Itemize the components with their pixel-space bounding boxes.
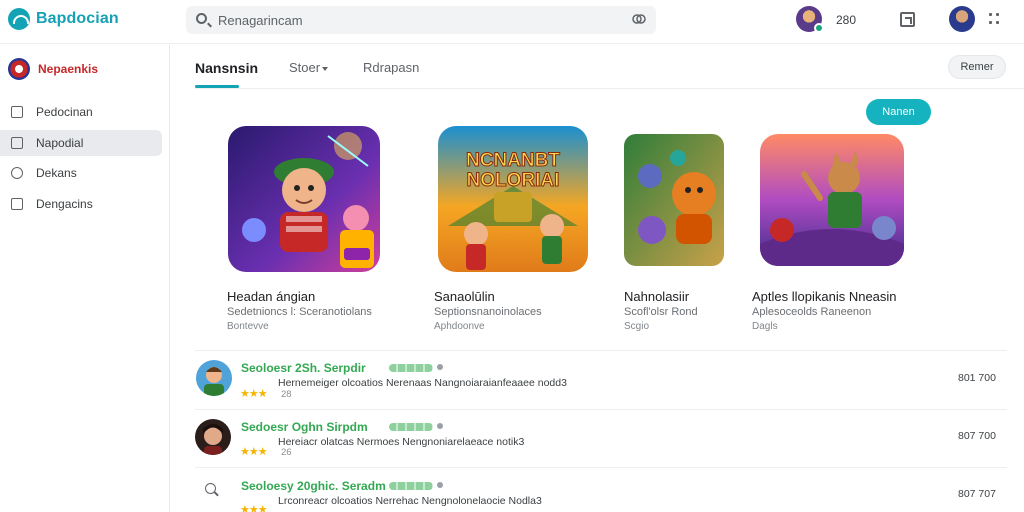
- search-bar[interactable]: [186, 6, 656, 34]
- tab-rdrapasn[interactable]: Rdrapasn: [363, 60, 419, 75]
- card-meta: Scgio: [624, 321, 650, 332]
- card-meta: Bontevve: [227, 321, 269, 332]
- square-icon: [11, 198, 23, 210]
- star-rating: ★★★: [240, 388, 268, 400]
- card-subtitle: Sedetnioncs l: Sceranotiolans: [227, 306, 372, 318]
- sidebar-item-label: Dengacins: [36, 197, 93, 211]
- app-logo[interactable]: Bapdocian: [8, 8, 119, 30]
- rating-bar: [389, 482, 433, 490]
- list-item-sub: 28: [281, 389, 292, 400]
- search-input[interactable]: [218, 10, 608, 30]
- game-art-image: [228, 126, 380, 272]
- profile-avatar-icon[interactable]: [796, 6, 824, 33]
- primary-action-button[interactable]: Nanen: [866, 99, 931, 125]
- brand-flag-icon: [8, 58, 30, 80]
- star-rating: ★★★: [240, 446, 268, 458]
- list-item-title: Seoloesr 2Sh. Serpdir: [241, 361, 366, 375]
- sidebar-item-label: Dekans: [36, 166, 77, 180]
- sidebar-brand-name: Nepaenkis: [38, 62, 99, 76]
- list-item-price: 807 707: [958, 488, 996, 500]
- sidebar-item-dengacins[interactable]: Dengacins: [0, 191, 162, 217]
- cloud-logo-icon: [8, 8, 30, 30]
- game-art-image: [624, 134, 724, 266]
- list-item-description: Lrconreacr olcoatios Nerrehac Nengnolone…: [278, 495, 542, 507]
- user-avatar-icon[interactable]: [949, 6, 975, 32]
- notification-count: 280: [836, 13, 857, 27]
- card-title: Sanaolūlin: [434, 289, 495, 304]
- sidebar-item-dekans[interactable]: Dekans: [0, 160, 162, 186]
- card-title: Aptles llopikanis Nneasin: [752, 289, 897, 304]
- divider: [195, 467, 1007, 468]
- sidebar-item-label: Napodial: [36, 136, 84, 150]
- search-icon: [196, 13, 207, 24]
- online-status-dot: [814, 23, 824, 33]
- rating-bar: [389, 364, 433, 372]
- list-item-title: Seoloesy 20ghic. Seradm: [241, 479, 386, 493]
- more-button[interactable]: Remer: [948, 55, 1006, 79]
- card-subtitle: Aplesoceolds Raneenon: [752, 306, 872, 318]
- app-name: Bapdocian: [36, 10, 119, 27]
- card-title: Nahnolasiir: [624, 289, 690, 304]
- top-bar: Bapdocian 280: [0, 0, 1024, 44]
- search-icon: [205, 483, 216, 494]
- dark-hair-avatar-icon: [195, 419, 231, 455]
- apps-grid-icon[interactable]: [989, 13, 1001, 25]
- calendar-icon: [11, 106, 23, 118]
- sidebar-item-pedocinan[interactable]: Pedocinan: [0, 99, 162, 125]
- rating-bar: [389, 423, 433, 431]
- chevron-down-icon: [322, 66, 329, 71]
- tab-stoer[interactable]: Stoer: [289, 60, 329, 75]
- list-item-description: Hereiacr olatcas Nermoes Nengnoniarelaea…: [278, 436, 525, 448]
- divider: [195, 350, 1007, 351]
- list-item-price: 807 700: [958, 430, 996, 442]
- game-art-image: [760, 134, 904, 266]
- card-title: Headan ángian: [227, 289, 316, 304]
- tab-bar: Nansnsin Stoer Rdrapasn: [195, 45, 1024, 89]
- tab-nansnsin[interactable]: Nansnsin: [195, 60, 258, 76]
- list-item-price: 801 700: [958, 372, 996, 384]
- pin-icon: [437, 482, 443, 488]
- pin-icon: [437, 364, 443, 370]
- boy-avatar-icon: [196, 360, 232, 396]
- open-window-icon[interactable]: [900, 12, 915, 27]
- pin-icon: [437, 423, 443, 429]
- tab-label: Stoer: [289, 60, 321, 75]
- sidebar-item-napodial[interactable]: Napodial: [0, 130, 162, 156]
- list-item-sub: 26: [281, 447, 292, 458]
- art-title-line-2: NOLORIAI: [467, 170, 560, 191]
- card-meta: Aphdoonve: [434, 321, 485, 332]
- card-subtitle: Septionsnanoinolaces: [434, 306, 542, 318]
- sidebar-brand[interactable]: Nepaenkis: [8, 58, 98, 80]
- compass-icon: [11, 167, 23, 179]
- card-meta: Dagls: [752, 321, 778, 332]
- list-item-description: Hernemeiger olcoatios Nerenaas Nangnoiar…: [278, 377, 567, 389]
- bag-icon: [11, 137, 23, 149]
- sidebar-item-label: Pedocinan: [36, 105, 93, 119]
- sidebar: Nepaenkis Pedocinan Napodial Dekans Deng…: [0, 45, 170, 512]
- active-tab-indicator: [195, 85, 239, 88]
- divider: [195, 409, 1007, 410]
- list-item-title: Sedoesr Oghn Sirpdm: [241, 420, 368, 434]
- card-subtitle: Scofl'olsr Rond: [624, 306, 698, 318]
- star-rating: ★★★: [240, 504, 268, 512]
- voice-search-icon[interactable]: [632, 13, 646, 27]
- game-art-image: NCNANBT NOLORIAI: [438, 126, 588, 272]
- art-title-line-1: NCNANBT: [466, 150, 560, 171]
